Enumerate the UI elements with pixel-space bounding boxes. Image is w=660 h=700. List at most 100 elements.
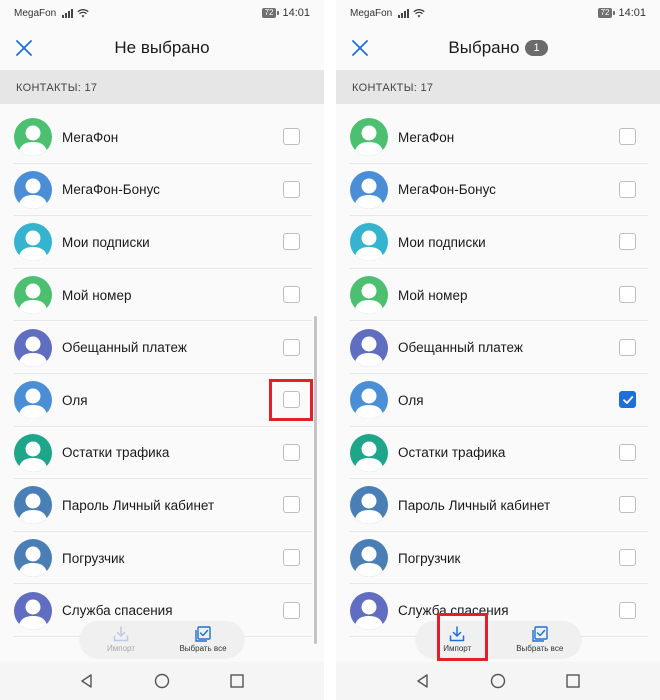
status-bar: MegaFon 72 14:01 xyxy=(0,0,324,26)
avatar-icon xyxy=(14,276,52,315)
contact-checkbox[interactable] xyxy=(619,128,636,146)
contacts-section-header: КОНТАКТЫ: 17 xyxy=(0,70,324,104)
contact-row[interactable]: Пароль Личный кабинет xyxy=(336,479,660,532)
contact-avatar xyxy=(350,381,388,420)
contact-checkbox[interactable] xyxy=(619,496,636,514)
contact-checkbox[interactable] xyxy=(619,549,636,567)
contact-avatar xyxy=(350,591,388,630)
close-icon[interactable] xyxy=(14,38,34,58)
avatar-icon xyxy=(350,591,388,630)
contact-row[interactable]: Обещанный платеж xyxy=(336,321,660,374)
contact-checkbox[interactable] xyxy=(283,443,300,461)
contact-row[interactable]: Обещанный платеж xyxy=(0,321,324,374)
import-button[interactable]: Импорт xyxy=(86,625,156,653)
contact-row[interactable]: Мой номер xyxy=(336,269,660,322)
contact-row[interactable]: МегаФон xyxy=(0,111,324,164)
contact-checkbox[interactable] xyxy=(283,286,300,304)
contact-checkbox[interactable] xyxy=(283,391,300,409)
contacts-section-header: КОНТАКТЫ: 17 xyxy=(336,70,660,104)
contact-avatar xyxy=(350,276,388,315)
back-icon[interactable] xyxy=(414,672,432,690)
system-nav-bar xyxy=(0,662,324,700)
home-icon[interactable] xyxy=(489,672,507,690)
import-button[interactable]: Импорт xyxy=(422,625,492,653)
avatar-icon xyxy=(14,118,52,157)
back-icon[interactable] xyxy=(78,672,96,690)
contact-row[interactable]: Оля xyxy=(0,374,324,427)
contact-checkbox[interactable] xyxy=(283,496,300,514)
clock: 14:01 xyxy=(282,7,310,19)
select-all-label: Выбрать все xyxy=(179,644,227,653)
checkmark-icon xyxy=(622,395,633,404)
contact-checkbox[interactable] xyxy=(283,601,300,619)
contact-row[interactable]: Остатки трафика xyxy=(0,427,324,480)
contact-avatar xyxy=(350,223,388,262)
avatar-icon xyxy=(350,486,388,525)
contact-avatar xyxy=(350,170,388,209)
contact-checkbox[interactable] xyxy=(283,338,300,356)
avatar-icon xyxy=(14,223,52,262)
avatar-icon xyxy=(14,486,52,525)
contact-row[interactable]: Остатки трафика xyxy=(336,427,660,480)
contact-row[interactable]: Пароль Личный кабинет xyxy=(0,479,324,532)
wifi-icon xyxy=(413,9,425,18)
select-all-icon xyxy=(532,626,548,642)
contact-row[interactable]: Погрузчик xyxy=(336,532,660,585)
contact-checkbox[interactable] xyxy=(619,391,636,409)
contact-checkbox[interactable] xyxy=(283,233,300,251)
import-icon xyxy=(113,626,129,642)
contact-checkbox[interactable] xyxy=(283,180,300,198)
recents-icon[interactable] xyxy=(228,672,246,690)
contact-avatar xyxy=(350,539,388,578)
contact-row[interactable]: МегаФон-Бонус xyxy=(0,164,324,217)
scrollbar[interactable] xyxy=(314,316,317,644)
header: Выбрано 1 xyxy=(336,26,660,70)
avatar-icon xyxy=(350,118,388,157)
avatar-icon xyxy=(14,591,52,630)
contact-checkbox[interactable] xyxy=(619,286,636,304)
contact-row[interactable]: Мои подписки xyxy=(0,216,324,269)
select-all-label: Выбрать все xyxy=(516,644,564,653)
home-icon[interactable] xyxy=(153,672,171,690)
contact-row[interactable]: Мои подписки xyxy=(336,216,660,269)
contact-checkbox[interactable] xyxy=(619,338,636,356)
contact-checkbox[interactable] xyxy=(619,180,636,198)
contact-list: МегаФон МегаФон-Бонус Мои подписки Мой н… xyxy=(0,104,324,662)
avatar-icon xyxy=(14,170,52,209)
signal-icon xyxy=(398,8,410,18)
clock: 14:01 xyxy=(618,7,646,19)
recents-icon[interactable] xyxy=(564,672,582,690)
contact-checkbox[interactable] xyxy=(619,233,636,251)
close-icon[interactable] xyxy=(350,38,370,58)
select-all-button[interactable]: Выбрать все xyxy=(168,625,238,653)
bottom-action-bar: Импорт Выбрать все xyxy=(416,621,581,657)
avatar-icon xyxy=(14,328,52,367)
contact-avatar xyxy=(350,118,388,157)
contact-row[interactable]: Погрузчик xyxy=(0,532,324,585)
select-all-button[interactable]: Выбрать все xyxy=(505,625,575,653)
contact-checkbox[interactable] xyxy=(283,128,300,146)
page-title: Выбрано xyxy=(448,38,520,57)
contact-avatar xyxy=(350,328,388,367)
contact-avatar xyxy=(14,486,52,525)
avatar-icon xyxy=(350,170,388,209)
contact-row[interactable]: Оля xyxy=(336,374,660,427)
avatar-icon xyxy=(350,381,388,420)
avatar-icon xyxy=(350,328,388,367)
battery-indicator: 72 xyxy=(597,8,616,18)
left-screen: MegaFon 72 14:01 Не выбрано КОНТАКТЫ: 17… xyxy=(0,0,324,700)
selected-count-badge: 1 xyxy=(525,40,548,56)
battery-indicator: 72 xyxy=(261,8,280,18)
contact-avatar xyxy=(14,539,52,578)
contact-checkbox[interactable] xyxy=(283,549,300,567)
contact-row[interactable]: МегаФон xyxy=(336,111,660,164)
signal-icon xyxy=(62,8,74,18)
contact-checkbox[interactable] xyxy=(619,601,636,619)
contact-list: МегаФон МегаФон-Бонус Мои подписки Мой н… xyxy=(336,104,660,662)
system-nav-bar xyxy=(336,662,660,700)
contact-row[interactable]: Мой номер xyxy=(0,269,324,322)
contact-avatar xyxy=(350,486,388,525)
contact-checkbox[interactable] xyxy=(619,443,636,461)
contact-row[interactable]: МегаФон-Бонус xyxy=(336,164,660,217)
contact-avatar xyxy=(14,328,52,367)
